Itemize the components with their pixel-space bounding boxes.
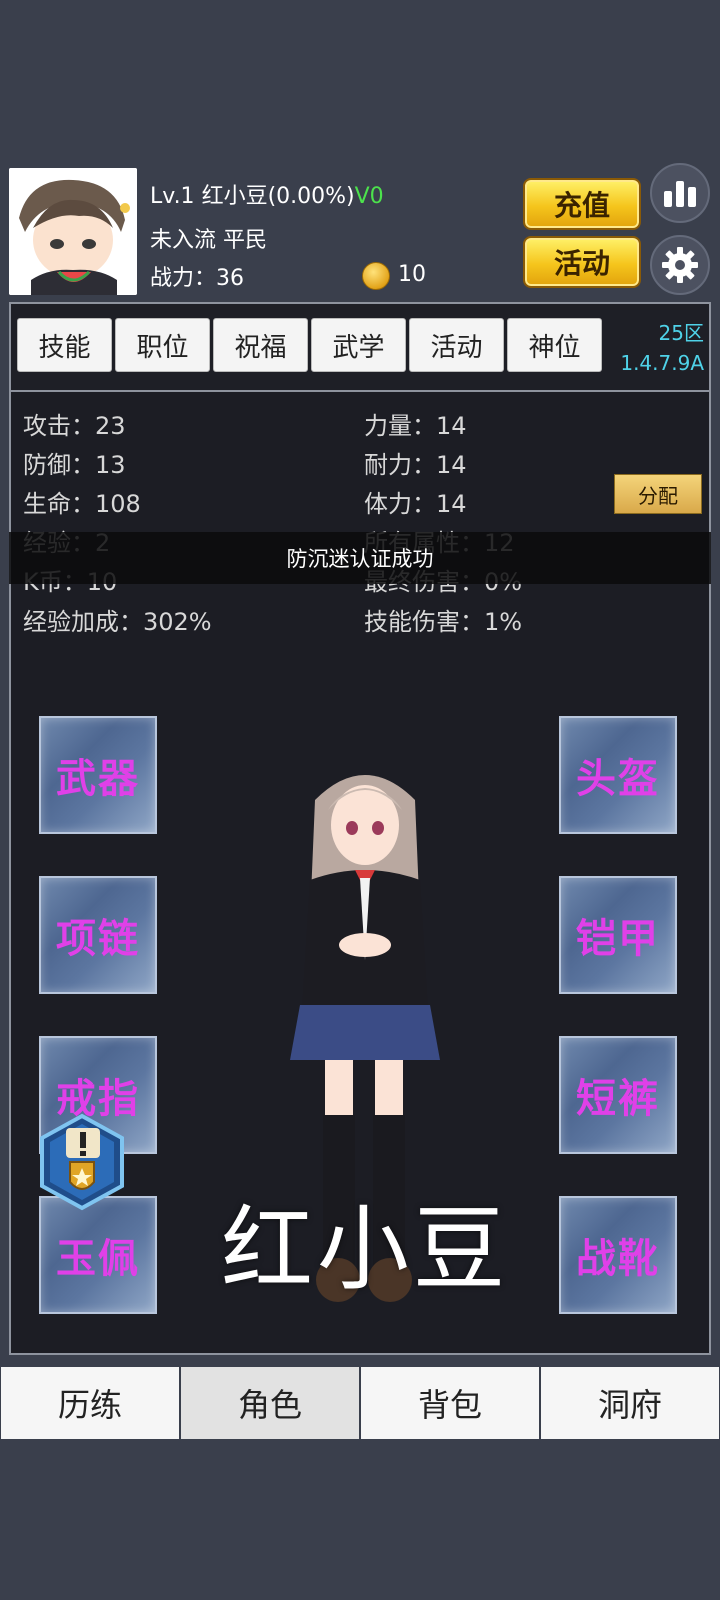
tab-activity[interactable]: 活动 xyxy=(409,318,504,372)
stat-strength: 力量：14 xyxy=(364,412,467,440)
game-version: 1.4.7.9A xyxy=(620,351,704,375)
stat-hp: 生命：108 xyxy=(23,490,141,518)
stat-stamina: 体力：14 xyxy=(364,490,467,518)
tab-martial[interactable]: 武学 xyxy=(311,318,406,372)
gear-icon xyxy=(662,247,698,283)
stat-skill-damage: 技能伤害：1% xyxy=(364,608,523,636)
nav-cave[interactable]: 洞府 xyxy=(541,1367,719,1439)
settings-button[interactable] xyxy=(650,235,710,295)
vip-level: V0 xyxy=(354,184,384,209)
coin-count: 10 xyxy=(398,262,426,287)
player-avatar[interactable] xyxy=(9,168,137,295)
nav-character[interactable]: 角色 xyxy=(181,1367,359,1439)
event-button[interactable]: 活动 xyxy=(523,236,641,288)
combat-power: 战力：36 xyxy=(150,266,244,291)
rank-title: 未入流 平民 xyxy=(150,228,267,253)
bar-chart-icon xyxy=(664,181,696,207)
allocate-button[interactable]: 分配 xyxy=(614,474,702,514)
stat-defense: 防御：13 xyxy=(23,451,126,479)
player-level: Lv.1 xyxy=(150,184,195,209)
slot-armor[interactable]: 铠甲 xyxy=(559,876,677,994)
player-name: 红小豆(0.00%) xyxy=(201,184,355,209)
toast-message: 防沉迷认证成功 xyxy=(9,532,711,584)
coin-icon xyxy=(362,262,390,290)
nav-backpack[interactable]: 背包 xyxy=(361,1367,539,1439)
server-zone: 25区 xyxy=(658,321,704,345)
server-info: 25区 1.4.7.9A xyxy=(600,318,704,378)
player-level-name: Lv.1 红小豆(0.00%)V0 xyxy=(150,178,384,210)
ranking-button[interactable] xyxy=(650,163,710,223)
tab-blessing[interactable]: 祝福 xyxy=(213,318,308,372)
nav-training[interactable]: 历练 xyxy=(1,1367,179,1439)
slot-necklace[interactable]: 项链 xyxy=(39,876,157,994)
slot-boots[interactable]: 战靴 xyxy=(559,1196,677,1314)
tab-skills[interactable]: 技能 xyxy=(17,318,112,372)
stat-exp-bonus: 经验加成：302% xyxy=(23,608,212,636)
slot-jade[interactable]: 玉佩 xyxy=(39,1196,157,1314)
quest-shield-icon[interactable] xyxy=(34,1112,130,1212)
slot-helmet[interactable]: 头盔 xyxy=(559,716,677,834)
slot-weapon[interactable]: 武器 xyxy=(39,716,157,834)
tab-divinity[interactable]: 神位 xyxy=(507,318,602,372)
tab-position[interactable]: 职位 xyxy=(115,318,210,372)
character-name: 红小豆 xyxy=(220,1196,509,1303)
stat-attack: 攻击：23 xyxy=(23,412,126,440)
slot-shorts[interactable]: 短裤 xyxy=(559,1036,677,1154)
recharge-button[interactable]: 充值 xyxy=(523,178,641,230)
stat-endurance: 耐力：14 xyxy=(364,451,467,479)
